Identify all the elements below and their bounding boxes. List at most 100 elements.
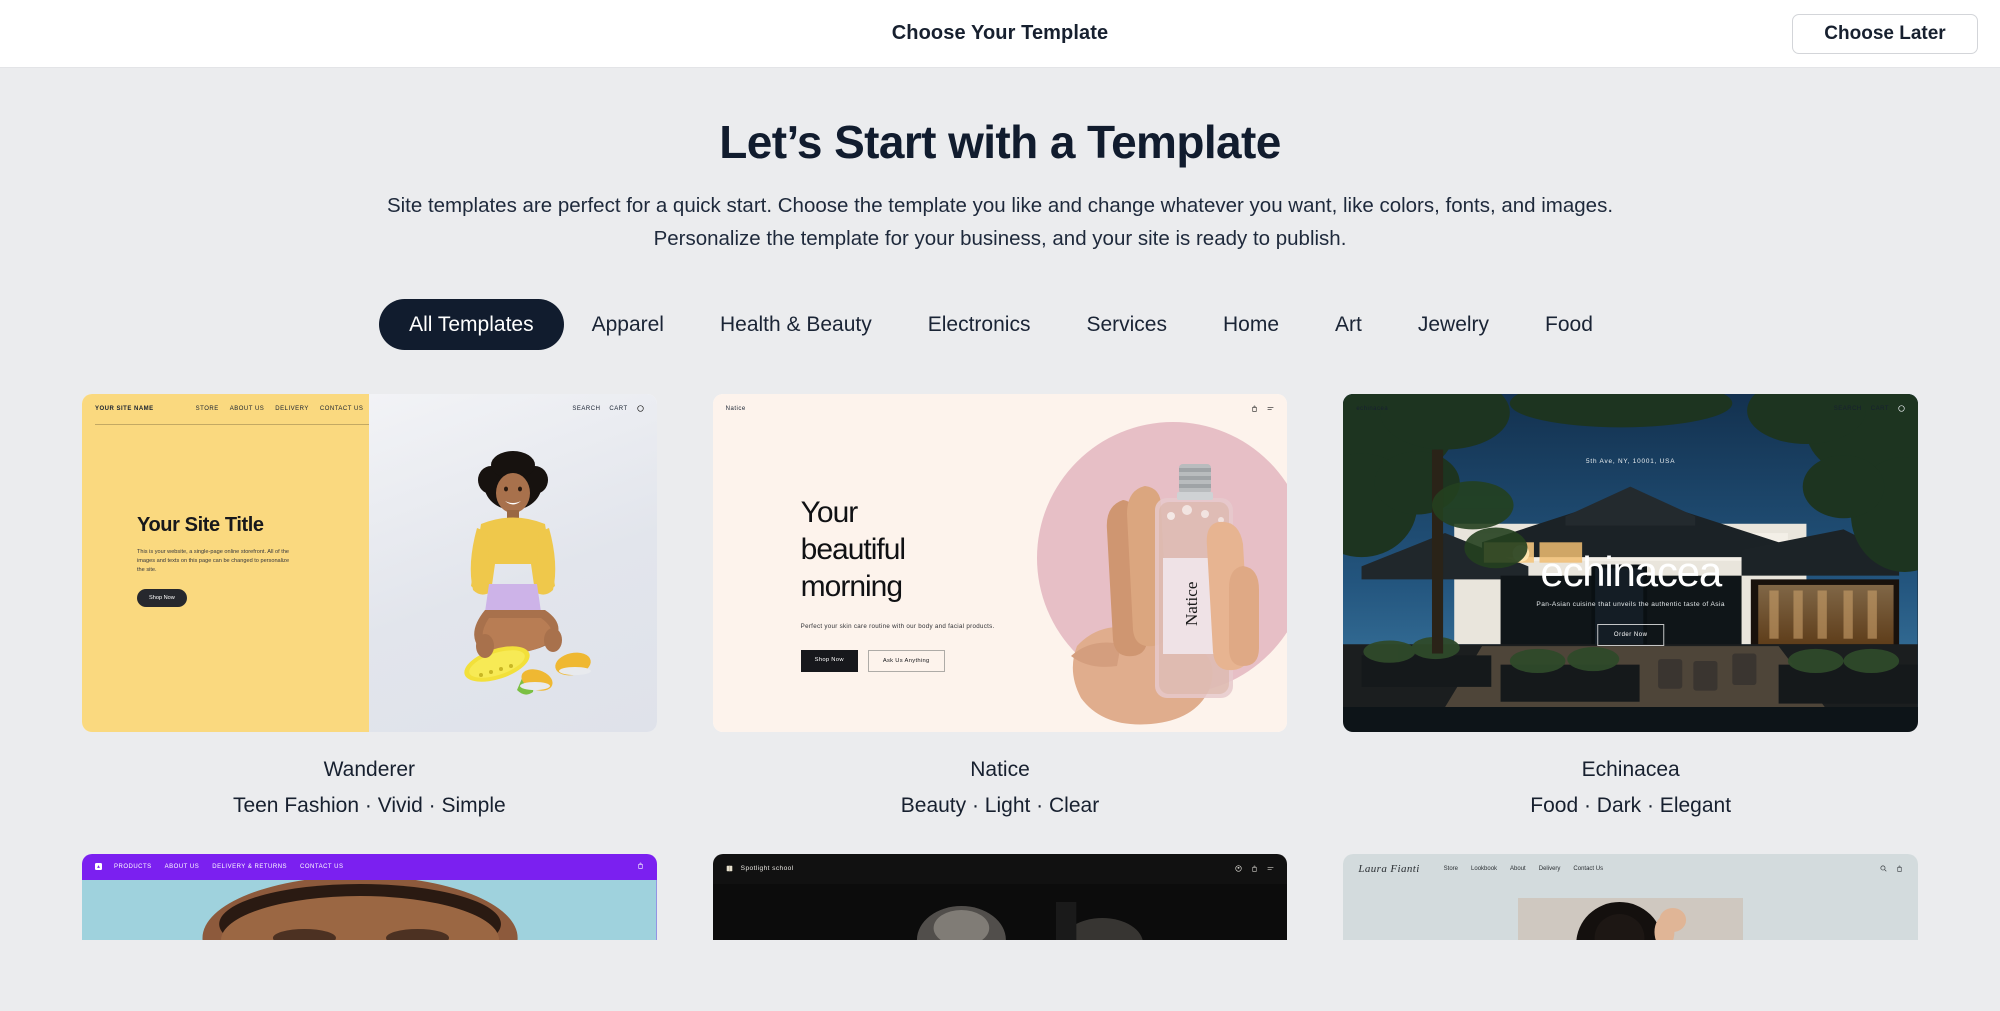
model-photo (1518, 897, 1743, 940)
laura-nav-about[interactable]: About (1510, 866, 1526, 872)
shopping-bag-icon[interactable] (1251, 865, 1258, 873)
tab-electronics[interactable]: Electronics (900, 301, 1059, 348)
laura-nav-contact[interactable]: Contact Us (1573, 866, 1603, 872)
template-grid: Your Site Title This is your website, a … (40, 393, 1960, 940)
menu-icon[interactable] (1267, 865, 1274, 872)
laura-nav-delivery[interactable]: Delivery (1539, 866, 1561, 872)
svg-text:Natice: Natice (1182, 582, 1201, 626)
unicorn-logo-icon (95, 863, 102, 871)
account-circle-icon[interactable] (1235, 865, 1242, 873)
wanderer-nav-cart[interactable]: CART (609, 406, 627, 412)
laura-nav-lookbook[interactable]: Lookbook (1471, 866, 1497, 872)
template-card-purple-apparel[interactable]: PRODUCTS ABOUT US DELIVERY & RETURNS CON… (82, 853, 657, 940)
top-bar: Choose Your Template Choose Later (0, 0, 2000, 68)
book-icon (726, 866, 732, 872)
echinacea-nav-search[interactable]: SEARCH (1834, 406, 1862, 412)
account-circle-icon (637, 405, 644, 413)
purple-mini-nav: PRODUCTS ABOUT US DELIVERY & RETURNS CON… (82, 854, 657, 880)
wanderer-mini-nav: YOUR SITE NAME STORE ABOUT US DELIVERY C… (82, 394, 657, 424)
hero-heading: Let’s Start with a Template (719, 116, 1281, 168)
shopping-bag-icon[interactable] (1896, 865, 1903, 873)
purple-nav-contact[interactable]: CONTACT US (300, 864, 343, 870)
natice-mini-nav: Natice (713, 394, 1288, 424)
wanderer-left-panel: Your Site Title This is your website, a … (82, 393, 370, 732)
echinacea-address: 5th Ave, NY, 10001, USA (1586, 457, 1676, 465)
purple-nav-products[interactable]: PRODUCTS (114, 864, 152, 870)
wanderer-nav-delivery[interactable]: DELIVERY (275, 406, 309, 412)
laura-site-logo: Laura Fianti (1358, 862, 1420, 875)
wanderer-site-logo: YOUR SITE NAME (95, 405, 154, 412)
template-card-wanderer[interactable]: Your Site Title This is your website, a … (82, 393, 657, 818)
spotlight-site-logo: Spotlight school (740, 865, 794, 873)
category-tabs: All Templates Apparel Health & Beauty El… (0, 298, 2000, 350)
natice-button-row: Shop Now Ask Us Anything (800, 649, 1051, 672)
template-preview-wanderer[interactable]: Your Site Title This is your website, a … (82, 393, 657, 732)
natice-headline-line-3: morning (800, 569, 903, 603)
wanderer-headline: Your Site Title (137, 513, 264, 536)
choose-later-button[interactable]: Choose Later (1792, 14, 1978, 54)
wanderer-right-photo (369, 393, 657, 732)
natice-headline-line-1: Your (800, 495, 859, 529)
template-preview-purple-apparel[interactable]: PRODUCTS ABOUT US DELIVERY & RETURNS CON… (82, 853, 657, 940)
main-content: Let’s Start with a Template Site templat… (0, 68, 2000, 1011)
tab-food[interactable]: Food (1517, 301, 1621, 348)
natice-ask-us-anything-button[interactable]: Ask Us Anything (867, 649, 945, 672)
echinacea-mini-nav: echinacea SEARCH CART (1343, 394, 1918, 424)
laura-nav-store[interactable]: Store (1444, 866, 1458, 872)
laura-hero-photo (1518, 897, 1743, 940)
wanderer-copy-block: Your Site Title This is your website, a … (137, 514, 297, 607)
echinacea-nav-cart[interactable]: CART (1871, 406, 1889, 412)
echinacea-nav-right: SEARCH CART (1834, 405, 1905, 413)
wanderer-body-text: This is your website, a single-page onli… (137, 548, 290, 573)
echinacea-wordmark: echinacea (1540, 547, 1722, 595)
shopping-bag-icon[interactable] (637, 862, 644, 870)
menu-icon[interactable] (1267, 405, 1274, 412)
echinacea-site-logo: echinacea (1356, 405, 1389, 412)
laura-nav-right (1880, 865, 1903, 873)
hero-section: Let’s Start with a Template Site templat… (0, 68, 2000, 255)
spotlight-nav-right (1235, 865, 1274, 873)
wanderer-nav-divider (95, 423, 370, 425)
laura-mini-nav: Laura Fianti Store Lookbook About Delive… (1343, 854, 1918, 884)
hand-holding-bottle-illustration: Natice (1071, 463, 1260, 725)
template-preview-natice[interactable]: Natice Your beautiful morning Perfect yo… (712, 393, 1288, 732)
skater-girl-illustration (464, 450, 591, 695)
wanderer-nav-links: STORE ABOUT US DELIVERY CONTACT US (196, 406, 364, 412)
template-tags-wanderer: Teen Fashion · Vivid · Simple (232, 793, 506, 817)
wanderer-nav-store[interactable]: STORE (196, 406, 219, 412)
echinacea-order-now-button[interactable]: Order Now (1596, 623, 1665, 646)
template-card-laura-fianti[interactable]: Laura Fianti Store Lookbook About Delive… (1343, 853, 1918, 940)
template-tags-echinacea: Food · Dark · Elegant (1530, 793, 1732, 817)
template-preview-laura-fianti[interactable]: Laura Fianti Store Lookbook About Delive… (1343, 853, 1918, 940)
natice-copy-block: Your beautiful morning Perfect your skin… (800, 494, 1051, 672)
template-tags-natice: Beauty · Light · Clear (900, 793, 1100, 817)
search-icon[interactable] (1880, 865, 1887, 872)
shopping-bag-icon[interactable] (1251, 405, 1258, 413)
template-preview-echinacea[interactable]: 5th Ave, NY, 10001, USA echinacea Pan-As… (1343, 393, 1918, 732)
template-name-echinacea: Echinacea (1581, 757, 1680, 781)
natice-nav-right (1251, 405, 1274, 413)
tab-services[interactable]: Services (1058, 301, 1195, 348)
template-card-natice[interactable]: Natice Your beautiful morning Perfect yo… (712, 393, 1288, 818)
tab-jewelry[interactable]: Jewelry (1390, 301, 1517, 348)
dancer-photo (712, 883, 1288, 940)
template-preview-spotlight-school[interactable]: Spotlight school (712, 853, 1288, 940)
template-card-echinacea[interactable]: 5th Ave, NY, 10001, USA echinacea Pan-As… (1343, 393, 1918, 818)
page-title: Choose Your Template (891, 22, 1109, 44)
tab-art[interactable]: Art (1307, 301, 1390, 348)
spotlight-mini-nav: Spotlight school (713, 854, 1288, 884)
tab-all-templates[interactable]: All Templates (379, 298, 564, 350)
wanderer-nav-about[interactable]: ABOUT US (230, 406, 265, 412)
tab-apparel[interactable]: Apparel (564, 301, 692, 348)
account-circle-icon (1898, 405, 1905, 413)
wanderer-nav-search[interactable]: SEARCH (572, 406, 600, 412)
tab-home[interactable]: Home (1195, 301, 1307, 348)
purple-nav-about[interactable]: ABOUT US (165, 864, 200, 870)
template-card-spotlight-school[interactable]: Spotlight school (712, 853, 1288, 940)
wanderer-shop-now-button[interactable]: Shop Now (137, 588, 187, 607)
tab-health-beauty[interactable]: Health & Beauty (692, 301, 900, 348)
purple-nav-delivery[interactable]: DELIVERY & RETURNS (212, 864, 287, 870)
natice-shop-now-button[interactable]: Shop Now (800, 649, 858, 672)
echinacea-tagline: Pan-Asian cuisine that unveils the authe… (1536, 600, 1725, 608)
wanderer-nav-contact[interactable]: CONTACT US (320, 406, 363, 412)
